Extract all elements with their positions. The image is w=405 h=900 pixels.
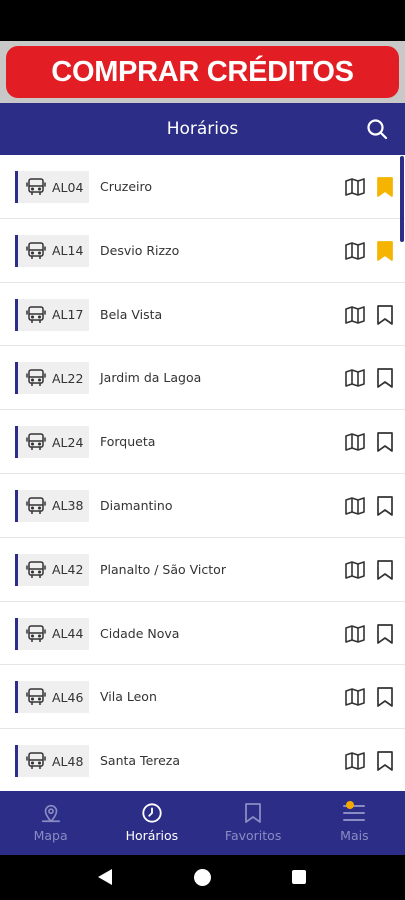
route-row[interactable]: AL24 Forqueta	[0, 410, 405, 474]
route-name: Vila Leon	[100, 689, 157, 705]
bookmark-icon[interactable]	[375, 367, 395, 389]
page-title: Horários	[166, 119, 239, 139]
route-row[interactable]: AL42 Planalto / São Victor	[0, 538, 405, 602]
map-icon[interactable]	[344, 431, 366, 453]
route-code-badge: AL42	[15, 553, 89, 586]
route-code: AL14	[52, 243, 84, 259]
route-code-badge: AL46	[15, 681, 89, 714]
route-list[interactable]: AL04 Cruzeiro AL14 Desvio Rizzo AL17 Bela Vis…	[0, 155, 405, 791]
bus-icon	[26, 178, 46, 195]
bus-icon	[26, 305, 46, 323]
nav-label-horarios: Horários	[125, 828, 179, 843]
bookmark-icon[interactable]	[375, 750, 395, 772]
route-row[interactable]: AL17 Bela Vista	[0, 283, 405, 347]
system-navigation-bar	[0, 855, 405, 900]
route-code: AL48	[52, 753, 84, 769]
bus-icon	[26, 369, 46, 387]
route-name: Cidade Nova	[100, 625, 180, 641]
home-icon[interactable]	[194, 869, 211, 886]
search-icon[interactable]	[365, 117, 389, 141]
scrollbar[interactable]	[400, 156, 404, 242]
bookmark-icon[interactable]	[375, 495, 395, 517]
route-row[interactable]: AL22 Jardim da Lagoa	[0, 346, 405, 411]
route-code: AL44	[52, 626, 84, 642]
map-pin-icon	[41, 804, 60, 823]
bus-icon	[26, 433, 46, 451]
map-icon[interactable]	[344, 367, 366, 389]
route-code-badge: AL24	[15, 426, 89, 459]
nav-item-horarios[interactable]: Horários	[101, 791, 202, 855]
route-name: Cruzeiro	[100, 179, 153, 194]
bookmark-icon[interactable]	[375, 304, 395, 326]
clock-icon	[142, 803, 162, 823]
route-code-badge: AL38	[15, 489, 89, 522]
nav-item-mapa[interactable]: Mapa	[0, 791, 101, 855]
route-code: AL17	[52, 307, 84, 323]
recent-apps-icon[interactable]	[292, 870, 306, 884]
buy-credits-button[interactable]: COMPRAR CRÉDITOS	[6, 46, 399, 98]
status-bar	[0, 0, 405, 41]
route-row[interactable]: AL14 Desvio Rizzo	[0, 219, 405, 283]
nav-label-mais: Mais	[340, 828, 369, 843]
bookmark-icon[interactable]	[375, 559, 395, 581]
back-icon[interactable]	[97, 868, 113, 886]
route-code-badge: AL04	[15, 171, 89, 203]
map-icon[interactable]	[344, 750, 366, 772]
route-row[interactable]: AL44 Cidade Nova	[0, 602, 405, 666]
bus-icon	[26, 624, 46, 642]
route-name: Jardim da Lagoa	[100, 370, 202, 386]
bus-icon	[26, 752, 46, 770]
route-name: Planalto / São Victor	[100, 561, 226, 577]
route-code: AL42	[52, 562, 84, 578]
map-icon[interactable]	[344, 240, 366, 262]
map-icon[interactable]	[344, 495, 366, 517]
route-code-badge: AL22	[15, 362, 89, 395]
bus-icon	[26, 561, 46, 578]
bottom-navigation: Mapa Horários Favoritos Mais	[0, 791, 405, 855]
bookmark-icon[interactable]	[375, 686, 395, 708]
route-name: Forqueta	[100, 434, 156, 450]
route-code: AL04	[52, 179, 84, 195]
nav-item-mais[interactable]: Mais	[304, 791, 405, 855]
bus-icon	[26, 688, 46, 706]
nav-label-mapa: Mapa	[33, 828, 68, 843]
route-name: Diamantino	[100, 497, 173, 513]
route-code: AL38	[52, 498, 84, 514]
app-header: Horários	[0, 103, 405, 155]
bus-icon	[26, 242, 46, 259]
map-icon[interactable]	[344, 686, 366, 708]
map-icon[interactable]	[344, 623, 366, 645]
route-name: Desvio Rizzo	[100, 242, 180, 258]
route-row[interactable]: AL38 Diamantino	[0, 474, 405, 538]
bookmark-icon[interactable]	[375, 240, 395, 262]
bookmark-icon[interactable]	[375, 176, 395, 198]
route-row[interactable]: AL48 Santa Tereza	[0, 729, 405, 791]
map-icon[interactable]	[344, 176, 366, 198]
route-row[interactable]: AL04 Cruzeiro	[0, 155, 405, 219]
map-icon[interactable]	[344, 559, 366, 581]
route-code-badge: AL14	[15, 234, 89, 267]
route-code-badge: AL48	[15, 745, 89, 778]
map-icon[interactable]	[344, 304, 366, 326]
route-code-badge: AL17	[15, 298, 89, 331]
buy-credits-label: COMPRAR CRÉDITOS	[51, 55, 354, 88]
bus-icon	[26, 497, 46, 514]
route-code: AL46	[52, 689, 84, 705]
notification-badge	[345, 801, 354, 809]
bookmark-icon	[245, 803, 262, 823]
route-name: Santa Tereza	[100, 753, 181, 769]
nav-item-favoritos[interactable]: Favoritos	[203, 791, 304, 855]
route-name: Bela Vista	[100, 306, 163, 322]
route-code-badge: AL44	[15, 617, 89, 650]
nav-label-favoritos: Favoritos	[224, 828, 282, 843]
banner-area: COMPRAR CRÉDITOS	[0, 41, 405, 103]
route-row[interactable]: AL46 Vila Leon	[0, 665, 405, 730]
route-code: AL24	[52, 434, 84, 450]
bookmark-icon[interactable]	[375, 431, 395, 453]
bookmark-icon[interactable]	[375, 623, 395, 645]
route-code: AL22	[52, 370, 84, 386]
